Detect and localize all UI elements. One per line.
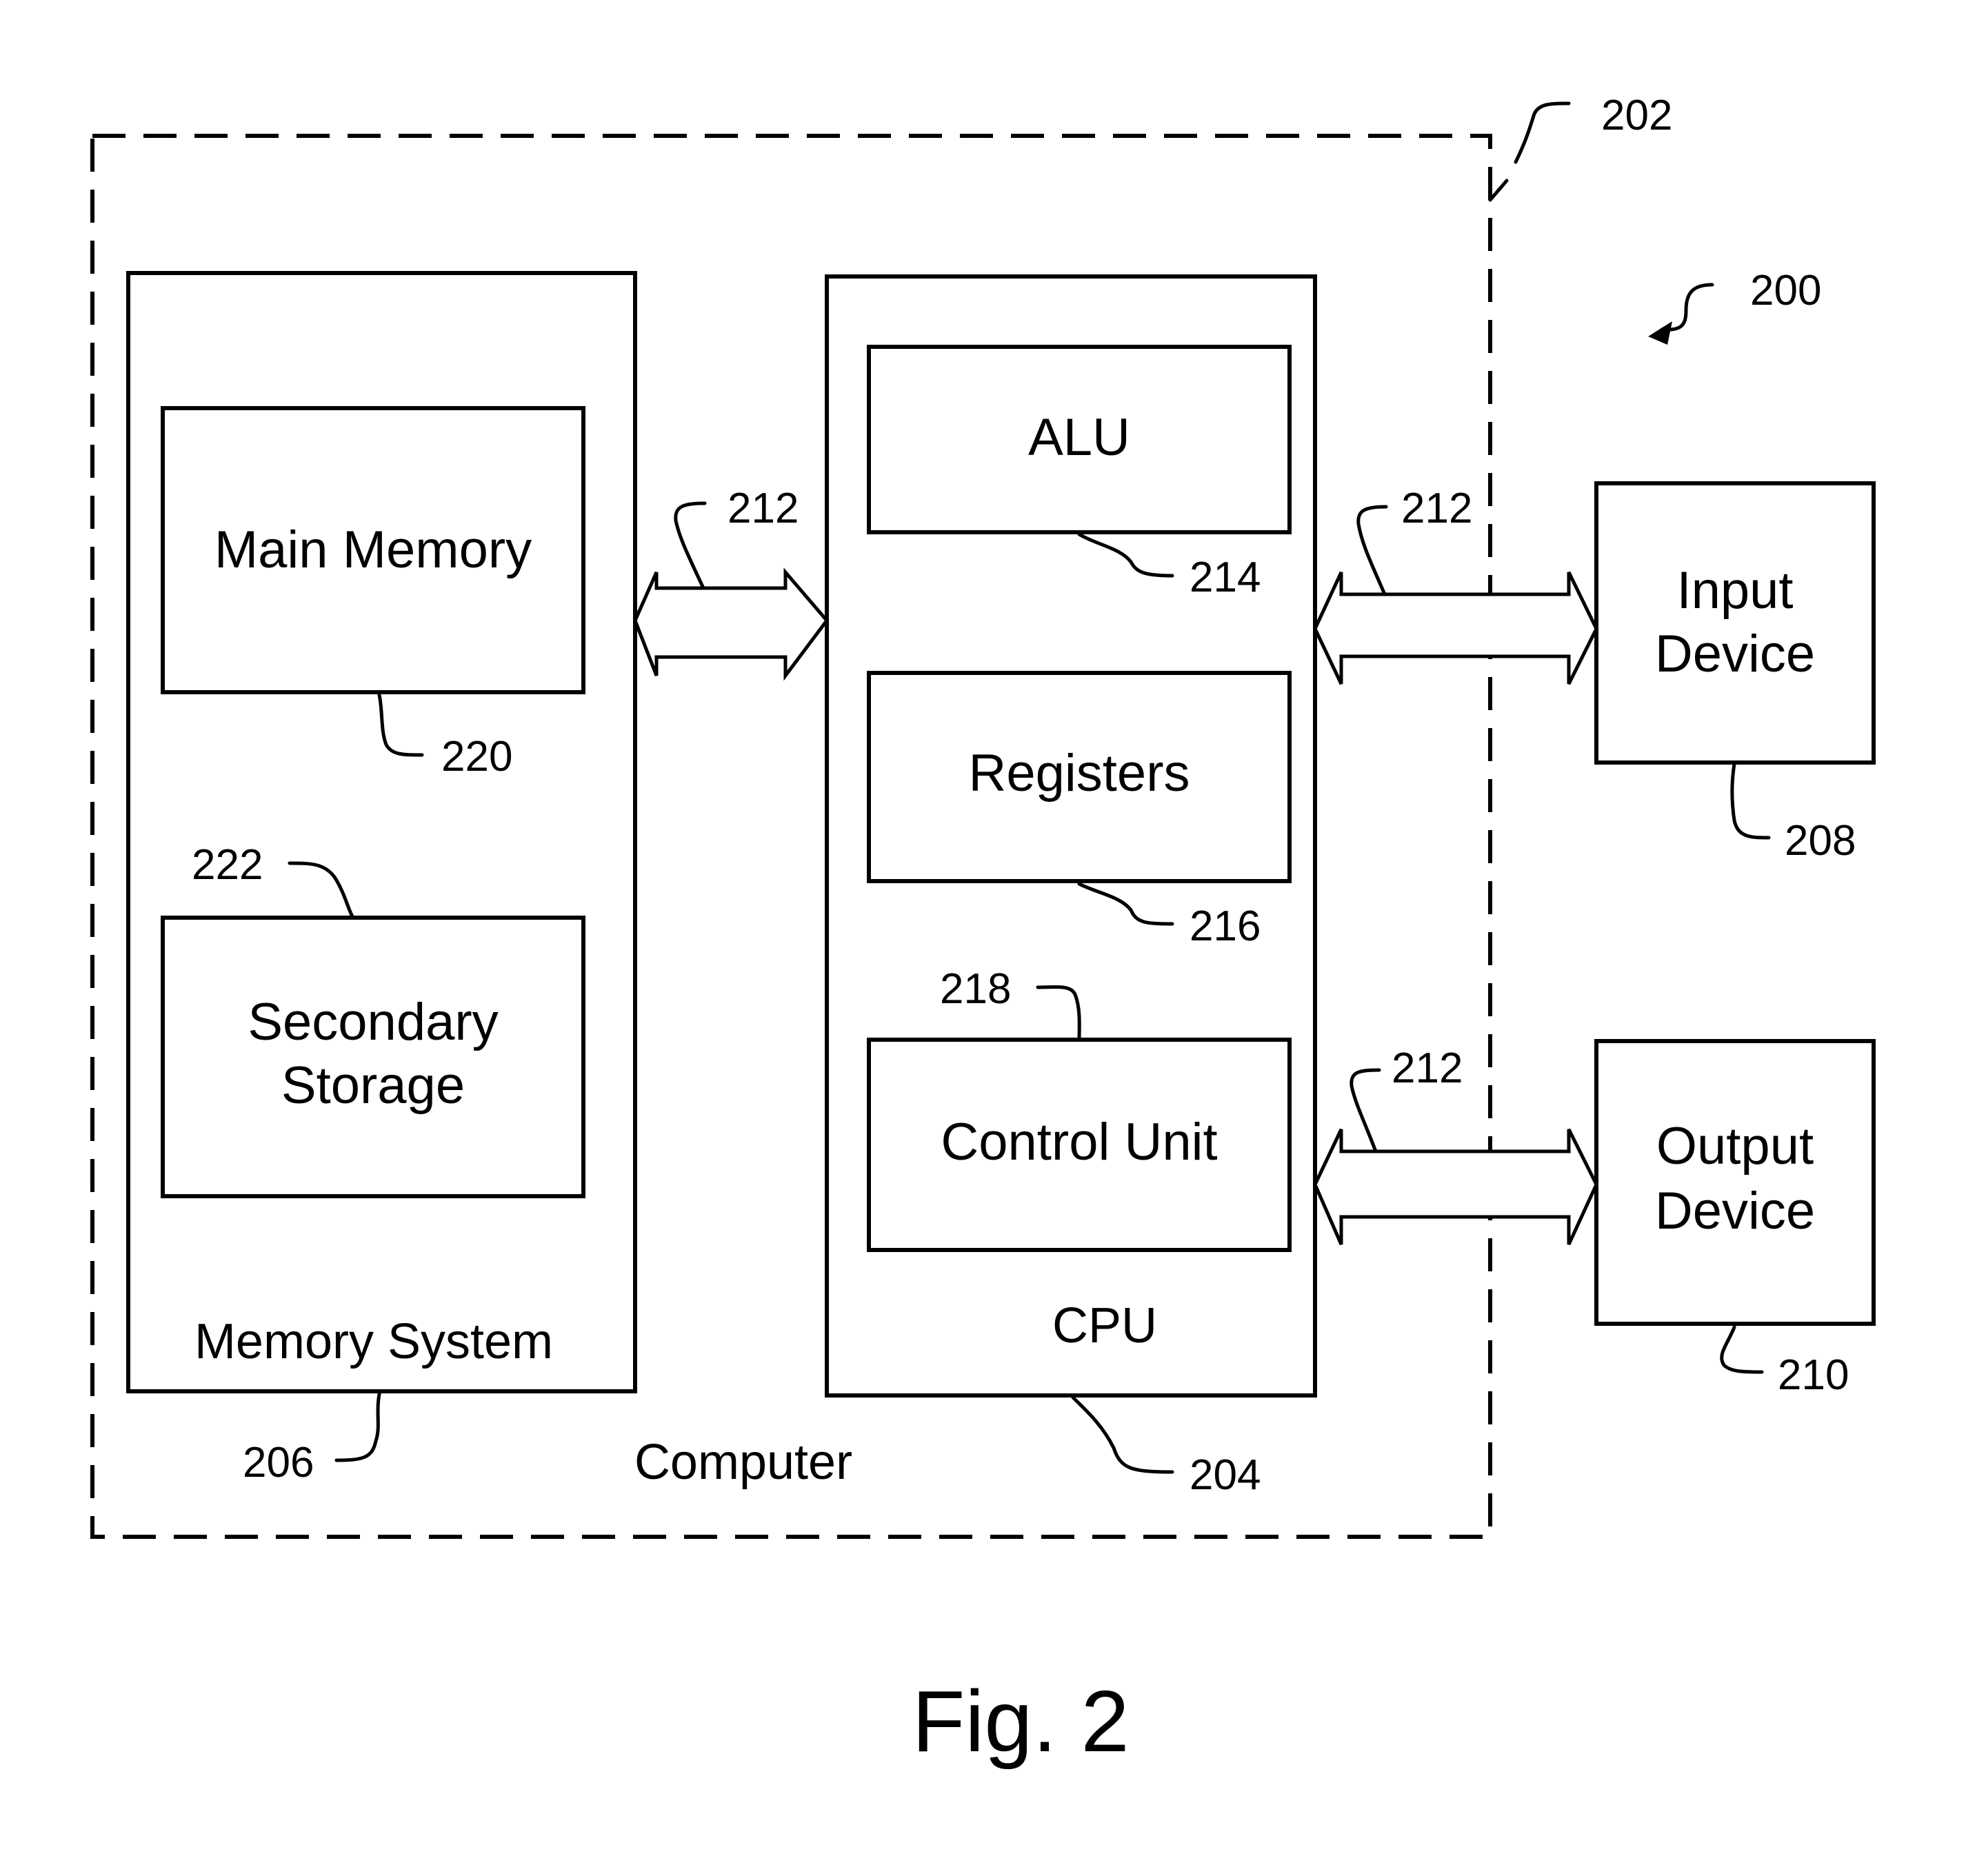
computer-label: Computer [634, 1435, 852, 1490]
leader-208 [1730, 762, 1771, 840]
output-device-label-line1: Output [1656, 1117, 1814, 1176]
bus-memory-cpu [633, 567, 830, 681]
leader-222 [288, 861, 355, 920]
leader-200 [1660, 283, 1714, 332]
ref-214: 214 [1190, 554, 1261, 601]
leader-204 [1071, 1395, 1174, 1474]
alu-label: ALU [1028, 408, 1130, 467]
leader-216 [1077, 882, 1174, 926]
ref-220: 220 [441, 733, 512, 780]
ref-206: 206 [243, 1439, 314, 1486]
ref-212-c: 212 [1392, 1045, 1463, 1092]
leader-214 [1077, 532, 1174, 578]
ref-212-a: 212 [728, 485, 799, 532]
leader-210 [1720, 1325, 1764, 1374]
memory-system-label: Memory System [194, 1314, 553, 1369]
leader-206 [334, 1392, 381, 1462]
input-device-box [1594, 481, 1876, 765]
ref-200: 200 [1750, 267, 1821, 314]
ref-216: 216 [1190, 902, 1261, 950]
ref-208: 208 [1785, 817, 1856, 865]
memory-system-box [126, 271, 637, 1393]
leader-212-a [674, 501, 707, 590]
leader-212-c [1350, 1068, 1381, 1153]
ref-222: 222 [192, 841, 263, 889]
main-memory-label: Main Memory [214, 521, 532, 579]
arrowhead-200-icon [1648, 321, 1672, 345]
leader-212-b [1356, 505, 1388, 596]
ref-210: 210 [1778, 1351, 1849, 1399]
output-device-label-line2: Device [1655, 1182, 1815, 1240]
secondary-storage-label-line1: Secondary [248, 993, 498, 1051]
leader-218 [1036, 985, 1081, 1042]
block-diagram: 202 200 Memory System 206 Main Memory 22… [90, 92, 1876, 1770]
leader-202 [1488, 101, 1571, 202]
ref-202: 202 [1601, 92, 1672, 139]
ref-204: 204 [1190, 1451, 1261, 1499]
registers-label: Registers [969, 744, 1190, 803]
control-unit-label: Control Unit [941, 1113, 1217, 1171]
leader-220 [377, 693, 424, 757]
input-device-label-line2: Device [1655, 625, 1815, 683]
secondary-storage-label-line2: Storage [281, 1056, 465, 1115]
ref-212-b: 212 [1401, 485, 1472, 532]
cpu-label: CPU [1052, 1298, 1157, 1353]
bus-cpu-output [1313, 1128, 1598, 1246]
ref-218: 218 [940, 965, 1011, 1013]
figure-caption: Fig. 2 [912, 1673, 1129, 1770]
input-device-label-line1: Input [1676, 561, 1793, 620]
bus-cpu-input [1313, 571, 1598, 685]
